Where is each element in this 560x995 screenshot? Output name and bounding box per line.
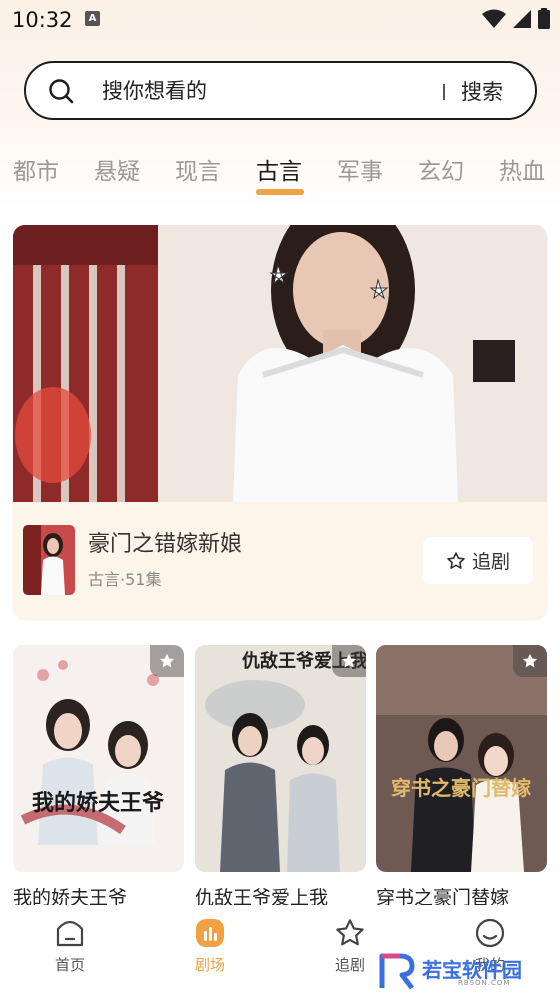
- featured-title[interactable]: 豪门之错嫁新娘: [88, 526, 242, 558]
- nav-home-label: 首页: [54, 956, 85, 974]
- status-bar: 10:32 A: [0, 0, 560, 40]
- featured-meta: 古言·51集: [88, 570, 162, 589]
- poster-cover-title: 我的娇夫王爷: [32, 790, 165, 816]
- poster-card[interactable]: 仇敌王爷爱上我 仇敌王爷爱上我: [195, 645, 366, 909]
- wifi-icon: [482, 9, 506, 28]
- tab-xuanhuan[interactable]: 玄幻: [418, 152, 464, 186]
- follow-label: 追剧: [471, 551, 510, 573]
- tab-guyan[interactable]: 古言: [256, 152, 302, 186]
- drama-poster-row: 我的娇夫王爷 我的娇夫王爷 仇敌王爷爱上我 仇敌王爷爱上我 穿书之豪门替嫁 穿书…: [13, 645, 547, 909]
- tab-dushi[interactable]: 都市: [13, 152, 59, 186]
- tab-xuanyi[interactable]: 悬疑: [94, 152, 140, 186]
- poster-cover[interactable]: 穿书之豪门替嫁: [376, 645, 547, 872]
- poster-card[interactable]: 我的娇夫王爷 我的娇夫王爷: [13, 645, 184, 909]
- search-divider: [443, 84, 445, 100]
- follow-drama-button[interactable]: 追剧: [423, 537, 533, 584]
- featured-thumbnail[interactable]: [23, 525, 75, 595]
- theater-icon: [196, 919, 224, 947]
- watermark-logo-icon: [379, 953, 415, 990]
- watermark: 若宝软件园 RBSON.COM: [378, 952, 548, 992]
- search-button[interactable]: 搜索: [461, 76, 503, 106]
- star-filled-icon: [341, 653, 357, 668]
- battery-icon: [538, 8, 550, 29]
- star-outline-icon: [447, 551, 465, 569]
- search-input[interactable]: [102, 75, 422, 107]
- nav-home[interactable]: 首页: [30, 917, 110, 975]
- nav-theater-label: 剧场: [194, 956, 225, 974]
- poster-cover[interactable]: 我的娇夫王爷: [13, 645, 184, 872]
- poster-cover[interactable]: 仇敌王爷爱上我: [195, 645, 366, 872]
- active-tab-indicator: [256, 189, 304, 195]
- status-indicators: [482, 8, 550, 29]
- tab-xianyan[interactable]: 现言: [175, 152, 221, 186]
- notification-app-icon: A: [85, 11, 100, 26]
- search-icon: [49, 79, 74, 104]
- search-box[interactable]: 搜索: [24, 61, 537, 120]
- tab-rexue[interactable]: 热血: [499, 152, 545, 186]
- status-time: 10:32: [12, 8, 73, 32]
- favorite-badge[interactable]: [332, 645, 366, 677]
- signal-icon: [513, 9, 531, 28]
- tab-junshi[interactable]: 军事: [337, 152, 383, 186]
- poster-card[interactable]: 穿书之豪门替嫁 穿书之豪门替嫁: [376, 645, 547, 909]
- poster-cover-title: 穿书之豪门替嫁: [391, 776, 531, 800]
- star-icon: [336, 919, 364, 946]
- star-filled-icon: [522, 653, 538, 668]
- favorite-badge[interactable]: [513, 645, 547, 677]
- featured-cover-image[interactable]: [13, 225, 547, 502]
- featured-drama-card[interactable]: 豪门之错嫁新娘 古言·51集 追剧: [13, 225, 547, 619]
- profile-icon: [475, 918, 505, 948]
- featured-info: 豪门之错嫁新娘 古言·51集 追剧: [13, 502, 547, 619]
- star-filled-icon: [159, 653, 175, 668]
- home-icon: [56, 920, 84, 947]
- nav-theater[interactable]: 剧场: [170, 917, 250, 975]
- favorite-badge[interactable]: [150, 645, 184, 677]
- watermark-subtext: RBSON.COM: [458, 979, 511, 987]
- category-tabs: 都市 悬疑 现言 古言 军事 玄幻 热血: [0, 152, 560, 202]
